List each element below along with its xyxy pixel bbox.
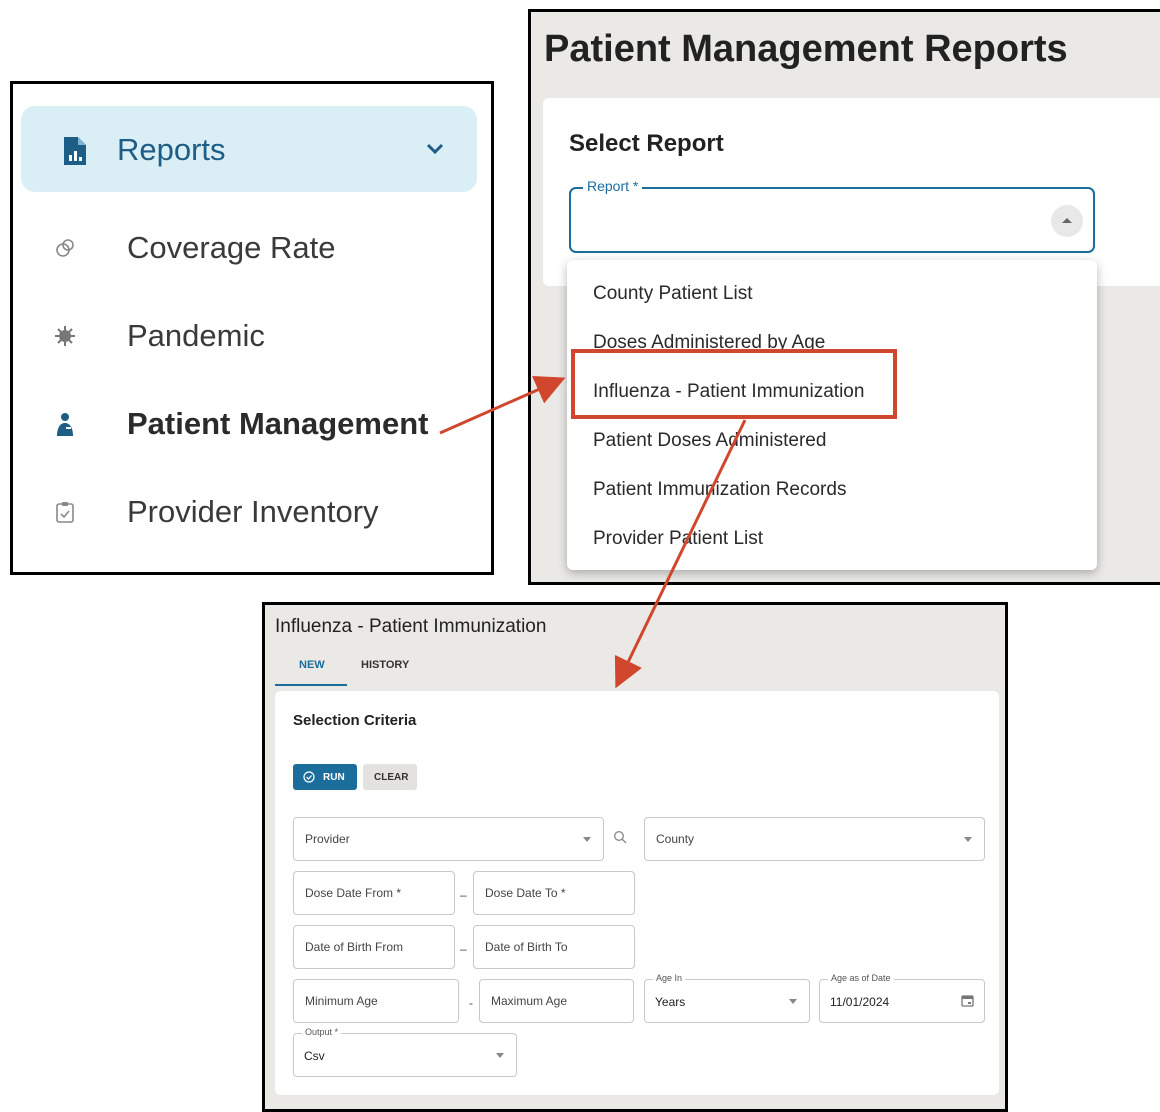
arrow-to-report-menu xyxy=(439,375,566,435)
annotation-arrows xyxy=(439,375,747,689)
arrow-to-report-form xyxy=(614,419,747,689)
